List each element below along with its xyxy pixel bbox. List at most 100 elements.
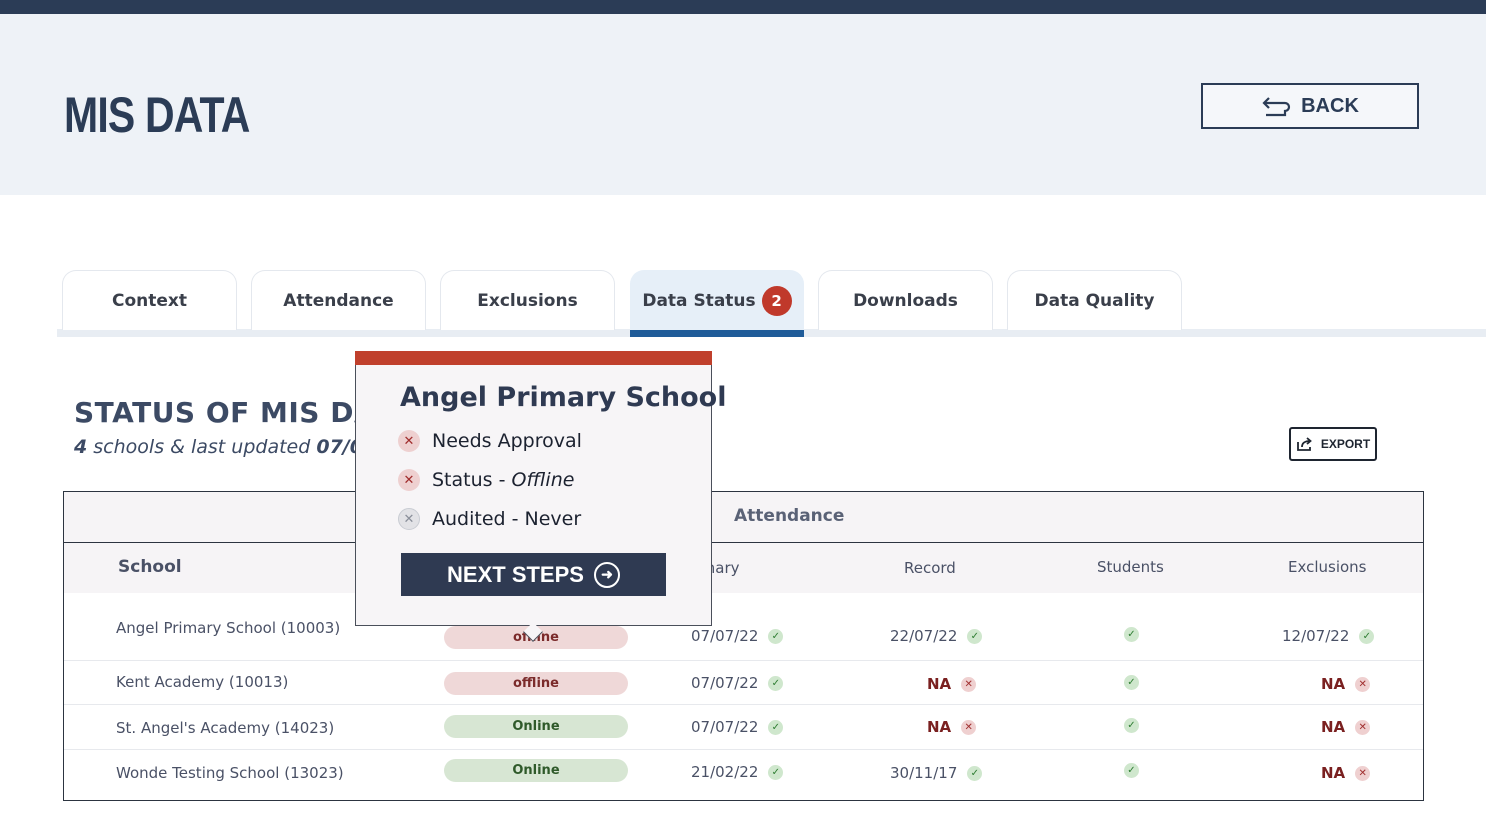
check-icon: ✓	[768, 675, 784, 691]
summary-date: 21/02/22	[691, 763, 759, 781]
tab-bar: Context Attendance Exclusions Data Statu…	[57, 269, 1486, 338]
next-steps-button[interactable]: NEXT STEPS ➜	[401, 553, 666, 596]
tab-downloads[interactable]: Downloads	[818, 270, 993, 330]
top-bar	[0, 0, 1486, 14]
back-button-label: BACK	[1301, 94, 1359, 117]
column-header-record[interactable]: Record	[904, 559, 956, 577]
check-icon: ✓	[967, 765, 983, 781]
column-header-exclusions[interactable]: Exclusions	[1288, 558, 1367, 576]
check-icon: ✓	[1124, 718, 1139, 733]
school-status-popover: Angel Primary School ✕ Needs Approval ✕ …	[355, 351, 726, 642]
tab-label: Attendance	[283, 290, 394, 311]
tab-label: Context	[111, 290, 187, 311]
popover-accent-bar	[355, 351, 712, 365]
summary-date: 07/07/22	[691, 674, 759, 692]
status-label: Status -	[432, 469, 512, 491]
students-cell: ✓	[1124, 718, 1139, 733]
record-cell: NA ✕	[927, 718, 977, 736]
record-cell: 30/11/17 ✓	[890, 764, 983, 782]
status-badge-offline: offline	[444, 672, 628, 695]
active-tab-indicator	[630, 330, 804, 337]
school-name[interactable]: Kent Academy (10013)	[116, 673, 288, 691]
tab-attendance[interactable]: Attendance	[251, 270, 426, 330]
back-button[interactable]: BACK	[1201, 83, 1419, 129]
table-row[interactable]: Wonde Testing School (13023) Online 21/0…	[64, 750, 1423, 800]
tab-context[interactable]: Context	[62, 270, 237, 330]
cross-icon: ✕	[961, 719, 977, 735]
arrow-right-icon: ➜	[593, 561, 620, 588]
record-na: NA	[927, 718, 952, 736]
mis-status-table: Attendance School Summary Record Student…	[63, 491, 1424, 801]
tab-exclusions[interactable]: Exclusions	[440, 270, 615, 330]
record-cell: 22/07/22 ✓	[890, 627, 983, 645]
connection-status: ✕ Status - Offline	[398, 469, 574, 491]
cross-icon: ✕	[1355, 765, 1371, 781]
record-na: NA	[927, 675, 952, 693]
audit-label: Audited - Never	[432, 508, 582, 530]
record-date: 22/07/22	[890, 627, 958, 645]
school-name[interactable]: Angel Primary School (10003)	[116, 619, 340, 637]
subtitle-text: schools & last updated	[87, 436, 317, 458]
check-icon: ✓	[967, 628, 983, 644]
check-icon: ✓	[768, 719, 784, 735]
cross-icon: ✕	[961, 676, 977, 692]
export-icon	[1296, 436, 1312, 451]
exclusions-cell: NA ✕	[1321, 718, 1371, 736]
back-arrow-icon	[1262, 97, 1291, 117]
check-icon: ✓	[1359, 628, 1375, 644]
record-date: 30/11/17	[890, 764, 958, 782]
check-icon: ✓	[1124, 763, 1139, 778]
column-header-students[interactable]: Students	[1097, 558, 1164, 576]
cross-icon: ✕	[398, 430, 420, 452]
table-row[interactable]: Angel Primary School (10003) offline 07/…	[64, 593, 1423, 661]
cross-icon: ✕	[398, 469, 420, 491]
table-header-row: School Summary Record Students Exclusion…	[64, 543, 1423, 593]
summary-cell: 07/07/22 ✓	[691, 674, 784, 692]
tab-label: Data Status	[642, 290, 756, 311]
column-header-school[interactable]: School	[118, 557, 182, 577]
exclusions-na: NA	[1321, 675, 1346, 693]
check-icon: ✓	[768, 764, 784, 780]
table-row[interactable]: Kent Academy (10013) offline 07/07/22 ✓ N…	[64, 661, 1423, 705]
table-group-header: Attendance	[64, 492, 1423, 543]
status-badge-online: Online	[444, 715, 628, 738]
exclusions-cell: 12/07/22 ✓	[1282, 627, 1375, 645]
audit-status: ✕ Audited - Never	[398, 508, 581, 530]
next-steps-label: NEXT STEPS	[447, 561, 584, 587]
school-name[interactable]: Wonde Testing School (13023)	[116, 764, 344, 782]
summary-cell: 21/02/22 ✓	[691, 763, 784, 781]
record-cell: NA ✕	[927, 675, 977, 693]
page-title: MIS DATA	[64, 87, 250, 143]
tab-label: Data Quality	[1034, 290, 1155, 311]
status-badge-online: Online	[444, 759, 628, 782]
exclusions-cell: NA ✕	[1321, 764, 1371, 782]
exclusions-na: NA	[1321, 764, 1346, 782]
cross-icon: ✕	[1355, 719, 1371, 735]
exclusions-date: 12/07/22	[1282, 627, 1350, 645]
status-value: Offline	[511, 469, 575, 491]
summary-cell: 07/07/22 ✓	[691, 627, 784, 645]
group-label-attendance: Attendance	[734, 506, 845, 526]
tab-data-status[interactable]: Data Status 2	[630, 270, 804, 330]
connection-status-text: Status - Offline	[432, 469, 574, 491]
exclusions-cell: NA ✕	[1321, 675, 1371, 693]
summary-date: 07/07/22	[691, 627, 759, 645]
summary-date: 07/07/22	[691, 718, 759, 736]
summary-cell: 07/07/22 ✓	[691, 718, 784, 736]
approval-label: Needs Approval	[432, 430, 582, 452]
school-name[interactable]: St. Angel's Academy (14023)	[116, 719, 334, 737]
tab-label: Downloads	[853, 290, 958, 311]
table-row[interactable]: St. Angel's Academy (14023) Online 07/07…	[64, 705, 1423, 750]
exclusions-na: NA	[1321, 718, 1346, 736]
students-cell: ✓	[1124, 763, 1139, 778]
school-count: 4	[74, 436, 88, 458]
cross-icon: ✕	[1355, 676, 1371, 692]
export-label: EXPORT	[1320, 437, 1371, 451]
students-cell: ✓	[1124, 627, 1139, 642]
tab-data-quality[interactable]: Data Quality	[1007, 270, 1182, 330]
export-button[interactable]: EXPORT	[1289, 427, 1377, 461]
cross-icon: ✕	[398, 508, 420, 530]
notification-badge: 2	[761, 285, 792, 316]
check-icon: ✓	[1124, 675, 1139, 690]
tab-label: Exclusions	[477, 290, 578, 311]
